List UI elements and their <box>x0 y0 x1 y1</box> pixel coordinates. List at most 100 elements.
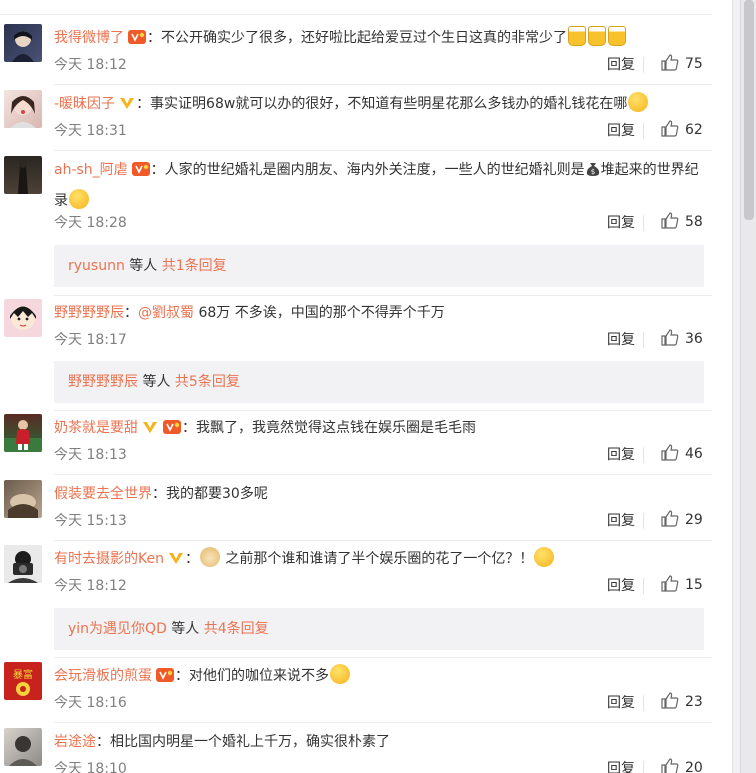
comment-time: 今天 18:10 <box>54 761 127 773</box>
avatar[interactable] <box>4 728 42 766</box>
reply-button[interactable]: 回复 <box>607 120 635 140</box>
sweat-emoji-icon <box>628 92 649 112</box>
like-button[interactable]: 58 <box>661 212 703 230</box>
like-button[interactable]: 46 <box>661 444 703 462</box>
reply-button[interactable]: 回复 <box>607 54 635 74</box>
reply-button[interactable]: 回复 <box>607 575 635 595</box>
reply-button[interactable]: 回复 <box>607 510 635 530</box>
like-button[interactable]: 36 <box>661 329 703 347</box>
divider <box>54 84 712 85</box>
avatar[interactable] <box>4 480 42 518</box>
beer-emoji-icon <box>608 26 626 46</box>
like-count: 23 <box>685 694 703 710</box>
avatar[interactable] <box>4 90 42 128</box>
like-button[interactable]: 23 <box>661 692 703 710</box>
reply-total[interactable]: 共1条回复 <box>162 258 227 274</box>
svg-text:$: $ <box>590 168 594 176</box>
more-replies-bar[interactable]: yin为遇见你QD 等人 共4条回复 <box>54 608 704 650</box>
comment-time: 今天 18:12 <box>54 57 127 73</box>
reply-total[interactable]: 共5条回复 <box>175 374 240 390</box>
divider <box>643 57 644 73</box>
sub-reply-username[interactable]: ryusunn <box>68 258 125 274</box>
comment-meta: 今天 18:12 回复 15 <box>54 575 712 597</box>
reply-button[interactable]: 回复 <box>607 758 635 773</box>
reply-button[interactable]: 回复 <box>607 212 635 232</box>
avatar[interactable] <box>4 545 42 583</box>
scrollbar-thumb[interactable] <box>744 0 754 220</box>
like-button[interactable]: 62 <box>661 120 703 138</box>
comment-username[interactable]: 有时去摄影的Ken <box>54 551 164 567</box>
like-count: 58 <box>685 214 703 230</box>
cry-laugh-emoji-icon <box>69 189 89 209</box>
sub-reply-username[interactable]: 野野野野辰 <box>68 374 138 390</box>
vip-badge-icon <box>155 665 175 693</box>
like-count: 20 <box>685 760 703 773</box>
thumbs-up-icon <box>661 329 679 346</box>
like-count: 15 <box>685 577 703 593</box>
divider <box>643 215 644 231</box>
reply-button[interactable]: 回复 <box>607 329 635 349</box>
svg-text:暴富: 暴富 <box>13 668 33 681</box>
divider <box>0 14 712 15</box>
comment-username[interactable]: 会玩滑板的煎蛋 <box>54 668 152 684</box>
like-button[interactable]: 29 <box>661 510 703 528</box>
thumbs-up-icon <box>661 692 679 709</box>
comment-text: 岩途途：相比国内明星一个婚礼上千万，确实很朴素了 <box>54 734 390 750</box>
mention-link[interactable]: @劉叔蜀 <box>138 305 194 321</box>
comment-username[interactable]: 岩途途 <box>54 734 96 750</box>
comment-time: 今天 18:28 <box>54 215 127 231</box>
comment-meta: 今天 18:13 回复 46 <box>54 444 712 466</box>
comment-time: 今天 15:13 <box>54 513 127 529</box>
sub-reply-username[interactable]: yin为遇见你QD <box>68 621 167 637</box>
comment-time: 今天 18:17 <box>54 332 127 348</box>
reply-button[interactable]: 回复 <box>607 444 635 464</box>
more-replies-bar[interactable]: 野野野野辰 等人 共5条回复 <box>54 361 704 403</box>
reply-total[interactable]: 共4条回复 <box>204 621 269 637</box>
divider <box>54 474 712 475</box>
scrollbar[interactable] <box>740 0 756 773</box>
comment-meta: 今天 18:31 回复 62 <box>54 120 712 142</box>
comment-text: 奶茶就是要甜 ：我飘了，我竟然觉得这点钱在娱乐圈是毛毛雨 <box>54 414 712 445</box>
comment-username[interactable]: -暖昧因子 <box>54 96 115 112</box>
thumbs-up-icon <box>661 54 679 71</box>
comment-username[interactable]: 野野野野辰 <box>54 305 124 321</box>
divider <box>643 123 644 139</box>
comment-username[interactable]: 我得微博了 <box>54 30 124 46</box>
divider <box>643 695 644 711</box>
divider <box>54 540 712 541</box>
divider <box>643 447 644 463</box>
comment-meta: 今天 18:28 回复 58 <box>54 212 712 234</box>
cry-laugh-emoji-icon <box>534 547 555 567</box>
comment-time: 今天 18:31 <box>54 123 127 139</box>
more-replies-bar[interactable]: ryusunn 等人 共1条回复 <box>54 245 704 287</box>
avatar[interactable] <box>4 414 42 452</box>
comment-meta: 今天 18:17 回复 36 <box>54 329 712 351</box>
comment-username[interactable]: ah-sh_阿虐 <box>54 162 128 178</box>
comment-text: 我得微博了 ：不公开确实少了很多，还好啦比起给爱豆过个生日这真的非常少了 <box>54 24 712 55</box>
money-bag-icon: $ <box>585 162 601 178</box>
thumbs-up-icon <box>661 212 679 229</box>
smile-emoji-icon <box>330 664 350 684</box>
verified-badge-icon <box>141 417 159 445</box>
comment-text: ah-sh_阿虐 ：人家的世纪婚礼是圈内朋友、海内外关注度，一些人的世纪婚礼则是 $… <box>54 156 712 215</box>
comment-time: 今天 18:16 <box>54 695 127 711</box>
comment-time: 今天 18:13 <box>54 447 127 463</box>
like-count: 62 <box>685 122 703 138</box>
like-button[interactable]: 20 <box>661 758 703 773</box>
divider <box>54 657 712 658</box>
comment-text: 有时去摄影的Ken： 之前那个谁和谁请了半个娱乐圈的花了一个亿？！ <box>54 545 712 576</box>
avatar[interactable] <box>4 156 42 194</box>
reply-button[interactable]: 回复 <box>607 692 635 712</box>
comment-username[interactable]: 假装要去全世界 <box>54 486 152 502</box>
vip-badge-icon <box>131 159 151 187</box>
thumbs-up-icon <box>661 444 679 461</box>
comment-username[interactable]: 奶茶就是要甜 <box>54 420 138 436</box>
like-button[interactable]: 75 <box>661 54 703 72</box>
thumbs-up-icon <box>661 510 679 527</box>
avatar[interactable] <box>4 299 42 337</box>
avatar[interactable] <box>4 24 42 62</box>
thumbs-up-icon <box>661 575 679 592</box>
like-button[interactable]: 15 <box>661 575 703 593</box>
avatar[interactable]: 暴富 <box>4 662 42 700</box>
divider <box>643 578 644 594</box>
